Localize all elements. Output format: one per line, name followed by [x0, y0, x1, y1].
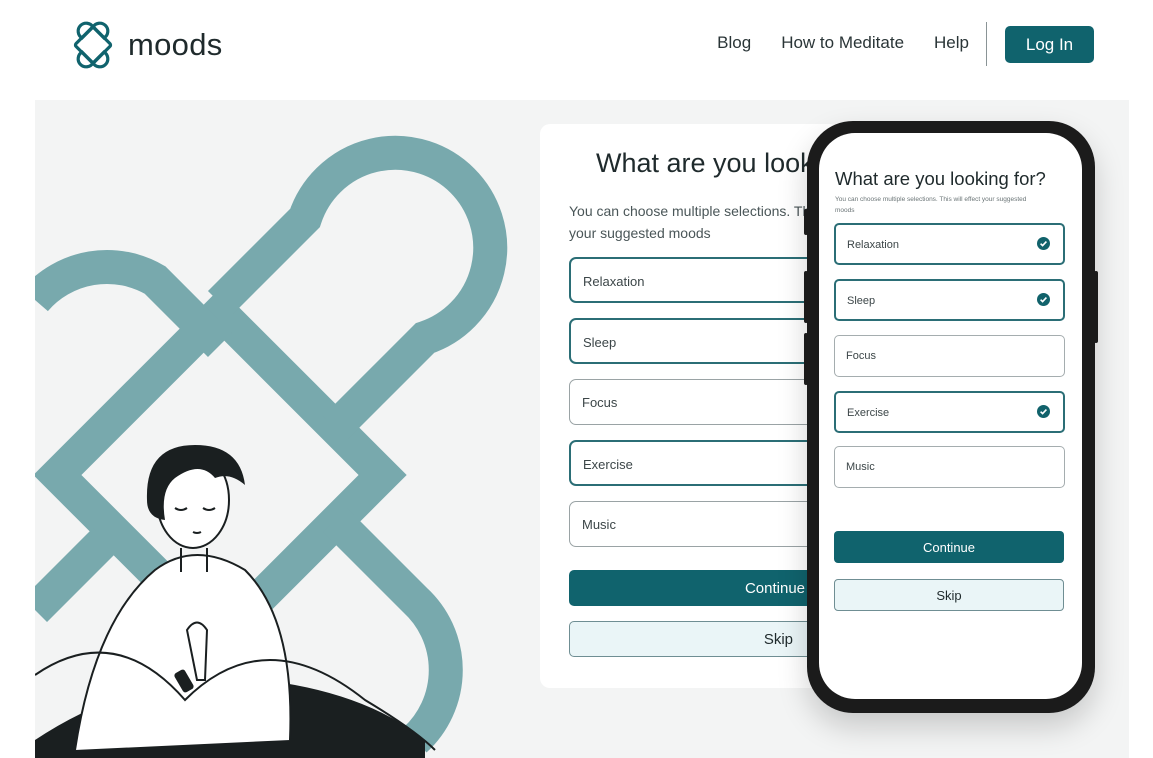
- mobile-skip-button[interactable]: Skip: [834, 579, 1064, 611]
- mobile-option-label: Focus: [846, 350, 876, 362]
- nav-link-how-to-meditate[interactable]: How to Meditate: [781, 33, 904, 53]
- screenshot-frame: moods Blog How to Meditate Help Log In W…: [0, 0, 1153, 758]
- login-button[interactable]: Log In: [1005, 26, 1094, 63]
- mobile-option-label: Exercise: [847, 407, 890, 419]
- desktop-form-title: What are you looking for?: [596, 148, 840, 178]
- phone-volume-up-button: [804, 271, 808, 323]
- mobile-option-label: Music: [846, 461, 875, 473]
- mobile-option-label: Sleep: [847, 295, 876, 307]
- mobile-form-title: What are you looking for?: [835, 168, 1046, 189]
- website-mockup: moods Blog How to Meditate Help Log In W…: [35, 0, 1129, 758]
- nav-link-blog[interactable]: Blog: [717, 33, 751, 53]
- nav-divider: [986, 22, 987, 66]
- phone-mockup: What are you looking for? You can choose…: [804, 121, 1098, 713]
- mobile-option-sleep[interactable]: Sleep: [834, 279, 1065, 321]
- check-circle-icon: [1037, 293, 1050, 306]
- desktop-form-subtitle: You can choose multiple selections. This…: [569, 203, 840, 241]
- desktop-option-exercise[interactable]: Exercise: [569, 440, 840, 486]
- desktop-option-relaxation[interactable]: Relaxation: [569, 257, 840, 303]
- desktop-option-focus[interactable]: Focus: [569, 379, 840, 425]
- desktop-option-sleep[interactable]: Sleep: [569, 318, 840, 364]
- desktop-option-music[interactable]: Music: [569, 501, 840, 547]
- phone-screen: What are you looking for? You can choose…: [819, 133, 1082, 699]
- mobile-continue-button[interactable]: Continue: [834, 531, 1064, 563]
- mobile-option-focus[interactable]: Focus: [834, 335, 1065, 377]
- check-circle-icon: [1037, 405, 1050, 418]
- phone-power-button: [1094, 271, 1098, 343]
- meditation-illustration: [35, 135, 508, 758]
- top-navbar: moods Blog How to Meditate Help Log In: [35, 0, 1129, 100]
- mobile-option-music[interactable]: Music: [834, 446, 1065, 488]
- nav-link-help[interactable]: Help: [934, 33, 969, 53]
- check-circle-icon: [1037, 237, 1050, 250]
- mobile-option-label: Relaxation: [847, 239, 899, 251]
- mobile-form-subtitle: You can choose multiple selections. This…: [835, 196, 1027, 214]
- phone-side-button: [804, 209, 808, 235]
- phone-volume-down-button: [804, 333, 808, 385]
- desktop-skip-button[interactable]: Skip: [569, 621, 840, 657]
- nav-links: Blog How to Meditate Help: [717, 33, 969, 53]
- interlocking-loops-logo-icon: [73, 21, 113, 69]
- mobile-option-relaxation[interactable]: Relaxation: [834, 223, 1065, 265]
- mobile-option-exercise[interactable]: Exercise: [834, 391, 1065, 433]
- desktop-continue-button[interactable]: Continue: [569, 570, 840, 606]
- desktop-form-card: What are you looking for? You can choose…: [540, 124, 840, 688]
- brand-logo[interactable]: moods: [68, 20, 223, 70]
- brand-name: moods: [128, 27, 223, 62]
